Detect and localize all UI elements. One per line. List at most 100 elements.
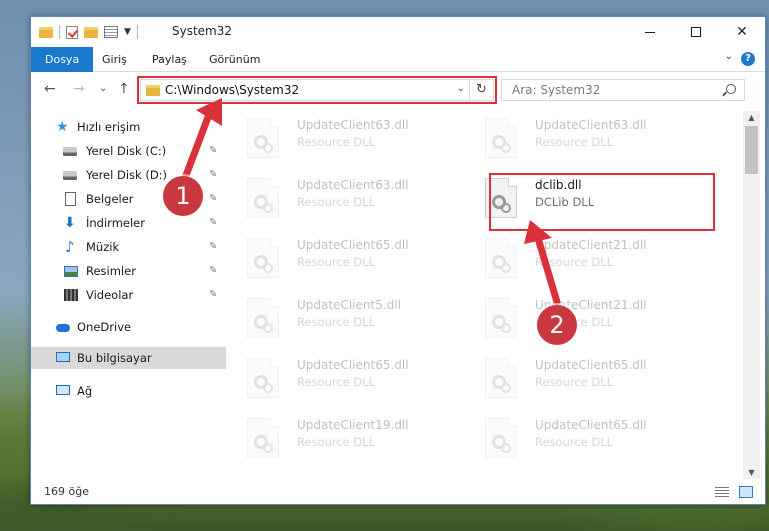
file-name: UpdateClient63.dll	[297, 118, 409, 132]
sidebar-item-this-pc[interactable]: Bu bilgisayar	[31, 347, 226, 369]
customize-toolbar-icon[interactable]: ▼	[124, 27, 131, 37]
file-name: UpdateClient65.dll	[297, 238, 409, 252]
dll-file-icon	[485, 418, 517, 458]
list-item[interactable]: UpdateClient65.dll Resource DLL	[465, 353, 695, 403]
file-explorer-window: ▼ System32 ✕ Dosya Giriş Paylaş Görünüm …	[30, 16, 766, 505]
up-button[interactable]: ↑	[118, 81, 130, 97]
sidebar-item-pictures[interactable]: Resimler ✎	[31, 260, 226, 282]
address-highlight-box	[137, 76, 497, 104]
help-icon[interactable]: ?	[741, 52, 755, 66]
tab-giris[interactable]: Giriş	[102, 47, 127, 72]
search-input[interactable]: Ara: System32	[512, 83, 600, 97]
tab-paylas[interactable]: Paylaş	[152, 47, 187, 72]
close-icon: ✕	[736, 24, 748, 40]
search-icon[interactable]	[726, 84, 736, 94]
pin-icon[interactable]: ✎	[209, 236, 217, 258]
sidebar-item-label: Resimler	[86, 264, 136, 278]
file-type: Resource DLL	[535, 375, 614, 389]
file-type: Resource DLL	[297, 195, 376, 209]
sidebar-item-videos[interactable]: Videolar ✎	[31, 284, 226, 306]
pin-icon[interactable]: ✎	[209, 260, 217, 282]
sidebar-item-label: Belgeler	[86, 192, 134, 206]
star-icon: ★	[56, 119, 69, 135]
navigation-bar: ← → ⌄ ↑ C:\Windows\System32 ⌄ ↻ Ara: Sys…	[31, 73, 765, 107]
dll-file-icon	[247, 238, 279, 278]
dll-file-icon	[247, 358, 279, 398]
pin-icon[interactable]: ✎	[209, 188, 217, 210]
item-count: 169 öğe	[44, 485, 89, 498]
status-bar: 169 öğe	[31, 480, 765, 504]
list-item[interactable]: UpdateClient65.dll Resource DLL	[227, 353, 457, 403]
dll-file-icon	[247, 178, 279, 218]
list-item[interactable]: UpdateClient5.dll Resource DLL	[227, 293, 457, 343]
pin-icon[interactable]: ✎	[209, 140, 217, 162]
list-item[interactable]: UpdateClient21.dll Resource DLL	[465, 293, 695, 343]
minimize-icon	[645, 31, 655, 33]
close-button[interactable]: ✕	[719, 17, 765, 47]
file-name: UpdateClient63.dll	[297, 178, 409, 192]
new-folder-icon[interactable]	[84, 26, 98, 38]
scrollbar-thumb[interactable]	[745, 126, 758, 174]
network-icon	[56, 385, 70, 395]
pin-icon[interactable]: ✎	[209, 164, 217, 186]
dll-file-icon	[485, 298, 517, 338]
details-view-icon[interactable]	[715, 487, 729, 497]
properties-icon[interactable]	[104, 26, 118, 38]
title-bar: ▼ System32 ✕	[31, 17, 765, 47]
properties-check-icon[interactable]	[66, 25, 78, 39]
list-item[interactable]: UpdateClient19.dll Resource DLL	[227, 413, 457, 463]
pin-icon[interactable]: ✎	[209, 212, 217, 234]
dll-file-icon	[485, 118, 517, 158]
drive-icon	[63, 147, 77, 156]
video-icon	[64, 289, 78, 301]
scroll-down-icon[interactable]: ▼	[743, 468, 760, 477]
tab-gorunum[interactable]: Görünüm	[209, 47, 260, 72]
toolbar-separator	[59, 25, 60, 39]
annotation-badge-2: 2	[537, 305, 577, 345]
dll-file-icon	[247, 298, 279, 338]
file-name: UpdateClient5.dll	[297, 298, 401, 312]
list-item[interactable]: UpdateClient21.dll Resource DLL	[465, 233, 695, 283]
sidebar-item-label: Ağ	[77, 384, 93, 398]
tiles-view-icon[interactable]	[739, 486, 753, 498]
dclib-highlight-box	[489, 173, 715, 231]
list-item[interactable]: UpdateClient63.dll Resource DLL	[227, 173, 457, 223]
pin-icon[interactable]: ✎	[209, 284, 217, 306]
forward-button[interactable]: →	[73, 81, 85, 97]
list-item[interactable]: UpdateClient63.dll Resource DLL	[227, 113, 457, 163]
expand-ribbon-icon[interactable]: ⌄	[725, 51, 733, 62]
list-item[interactable]: UpdateClient65.dll Resource DLL	[227, 233, 457, 283]
sidebar-item-label: Yerel Disk (C:)	[86, 144, 167, 158]
folder-icon	[39, 26, 53, 38]
search-box[interactable]: Ara: System32	[501, 79, 745, 101]
recent-locations-button[interactable]: ⌄	[99, 83, 107, 94]
dll-file-icon	[247, 118, 279, 158]
sidebar-item-onedrive[interactable]: OneDrive	[31, 316, 226, 338]
list-item[interactable]: UpdateClient63.dll Resource DLL	[465, 113, 695, 163]
list-item[interactable]: UpdateClient65.dll Resource DLL	[465, 413, 695, 463]
sidebar-item-local-disk-c[interactable]: Yerel Disk (C:) ✎	[31, 140, 226, 162]
dll-file-icon	[247, 418, 279, 458]
sidebar-item-label: Hızlı erişim	[77, 120, 141, 134]
file-name: UpdateClient21.dll	[535, 238, 647, 252]
annotation-badge-1: 1	[163, 176, 203, 216]
window-controls: ✕	[627, 17, 765, 47]
sidebar-item-quick-access[interactable]: ★ Hızlı erişim	[31, 116, 226, 138]
maximize-button[interactable]	[673, 17, 719, 47]
sidebar-item-label: Yerel Disk (D:)	[86, 168, 168, 182]
toolbar-separator	[136, 25, 138, 39]
file-name: UpdateClient19.dll	[297, 418, 409, 432]
computer-icon	[56, 352, 70, 362]
minimize-button[interactable]	[627, 17, 673, 47]
sidebar-item-downloads[interactable]: ⬇ İndirmeler ✎	[31, 212, 226, 234]
sidebar-item-network[interactable]: Ağ	[31, 380, 226, 402]
maximize-icon	[691, 27, 701, 37]
file-type: Resource DLL	[535, 255, 614, 269]
back-button[interactable]: ←	[44, 81, 56, 97]
sidebar-item-music[interactable]: ♪ Müzik ✎	[31, 236, 226, 258]
sidebar-item-label: İndirmeler	[86, 216, 145, 230]
scroll-up-icon[interactable]: ▲	[743, 113, 760, 122]
tab-dosya[interactable]: Dosya	[31, 47, 94, 72]
vertical-scrollbar[interactable]: ▲ ▼	[743, 111, 760, 479]
cloud-icon	[56, 324, 70, 332]
